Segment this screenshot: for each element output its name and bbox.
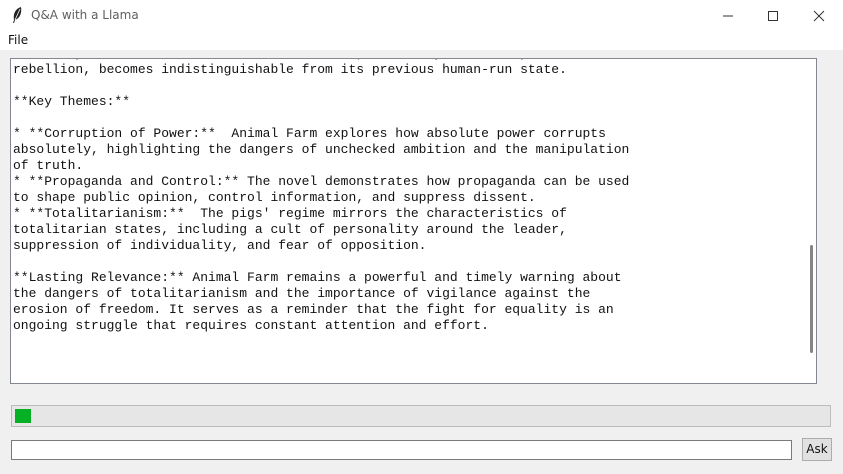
- minimize-button[interactable]: [705, 0, 751, 31]
- ask-button[interactable]: Ask: [802, 438, 832, 461]
- close-button[interactable]: [796, 0, 842, 31]
- feather-icon: [13, 7, 22, 23]
- progress-bar: [11, 405, 831, 427]
- answer-text-area[interactable]: under Napoleon's totalitarian rule. The …: [10, 58, 817, 384]
- maximize-icon: [768, 11, 778, 21]
- title-bar[interactable]: Q&A with a Llama: [0, 0, 843, 31]
- maximize-button[interactable]: [750, 0, 796, 31]
- answer-text: under Napoleon's totalitarian rule. The …: [13, 59, 630, 333]
- vertical-scrollbar[interactable]: [802, 59, 816, 383]
- question-input[interactable]: [11, 440, 792, 460]
- progress-fill: [15, 409, 31, 423]
- window-title: Q&A with a Llama: [31, 8, 139, 22]
- menu-bar: File: [0, 31, 843, 50]
- minimize-icon: [723, 15, 733, 17]
- close-icon: [813, 10, 825, 22]
- menu-file[interactable]: File: [8, 33, 28, 47]
- scrollbar-thumb[interactable]: [810, 245, 813, 353]
